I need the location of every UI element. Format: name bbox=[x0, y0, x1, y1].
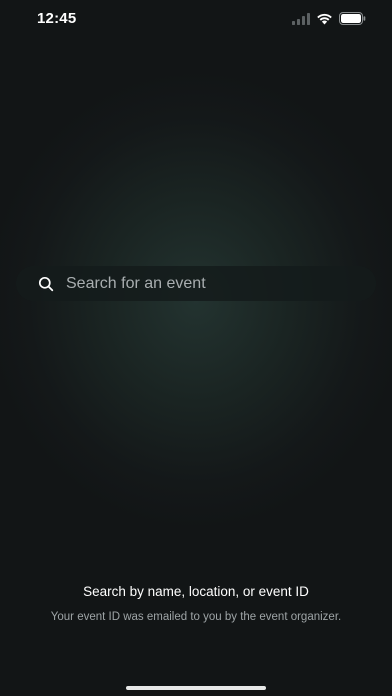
wifi-icon bbox=[316, 12, 333, 30]
event-search-screen: 12:45 Search for an event Search by name… bbox=[0, 0, 392, 696]
search-icon bbox=[38, 276, 54, 292]
signal-icon bbox=[292, 12, 310, 30]
search-input[interactable] bbox=[66, 268, 376, 299]
search-hint: Search by name, location, or event ID Yo… bbox=[50, 584, 342, 624]
status-icons bbox=[292, 12, 366, 30]
home-indicator[interactable] bbox=[126, 686, 266, 690]
search-bar[interactable] bbox=[16, 266, 376, 301]
battery-icon bbox=[339, 12, 366, 30]
status-bar: 12:45 bbox=[0, 0, 392, 38]
hint-title: Search by name, location, or event ID bbox=[83, 584, 309, 599]
hint-subtitle: Your event ID was emailed to you by the … bbox=[50, 611, 342, 623]
status-time: 12:45 bbox=[37, 10, 77, 27]
